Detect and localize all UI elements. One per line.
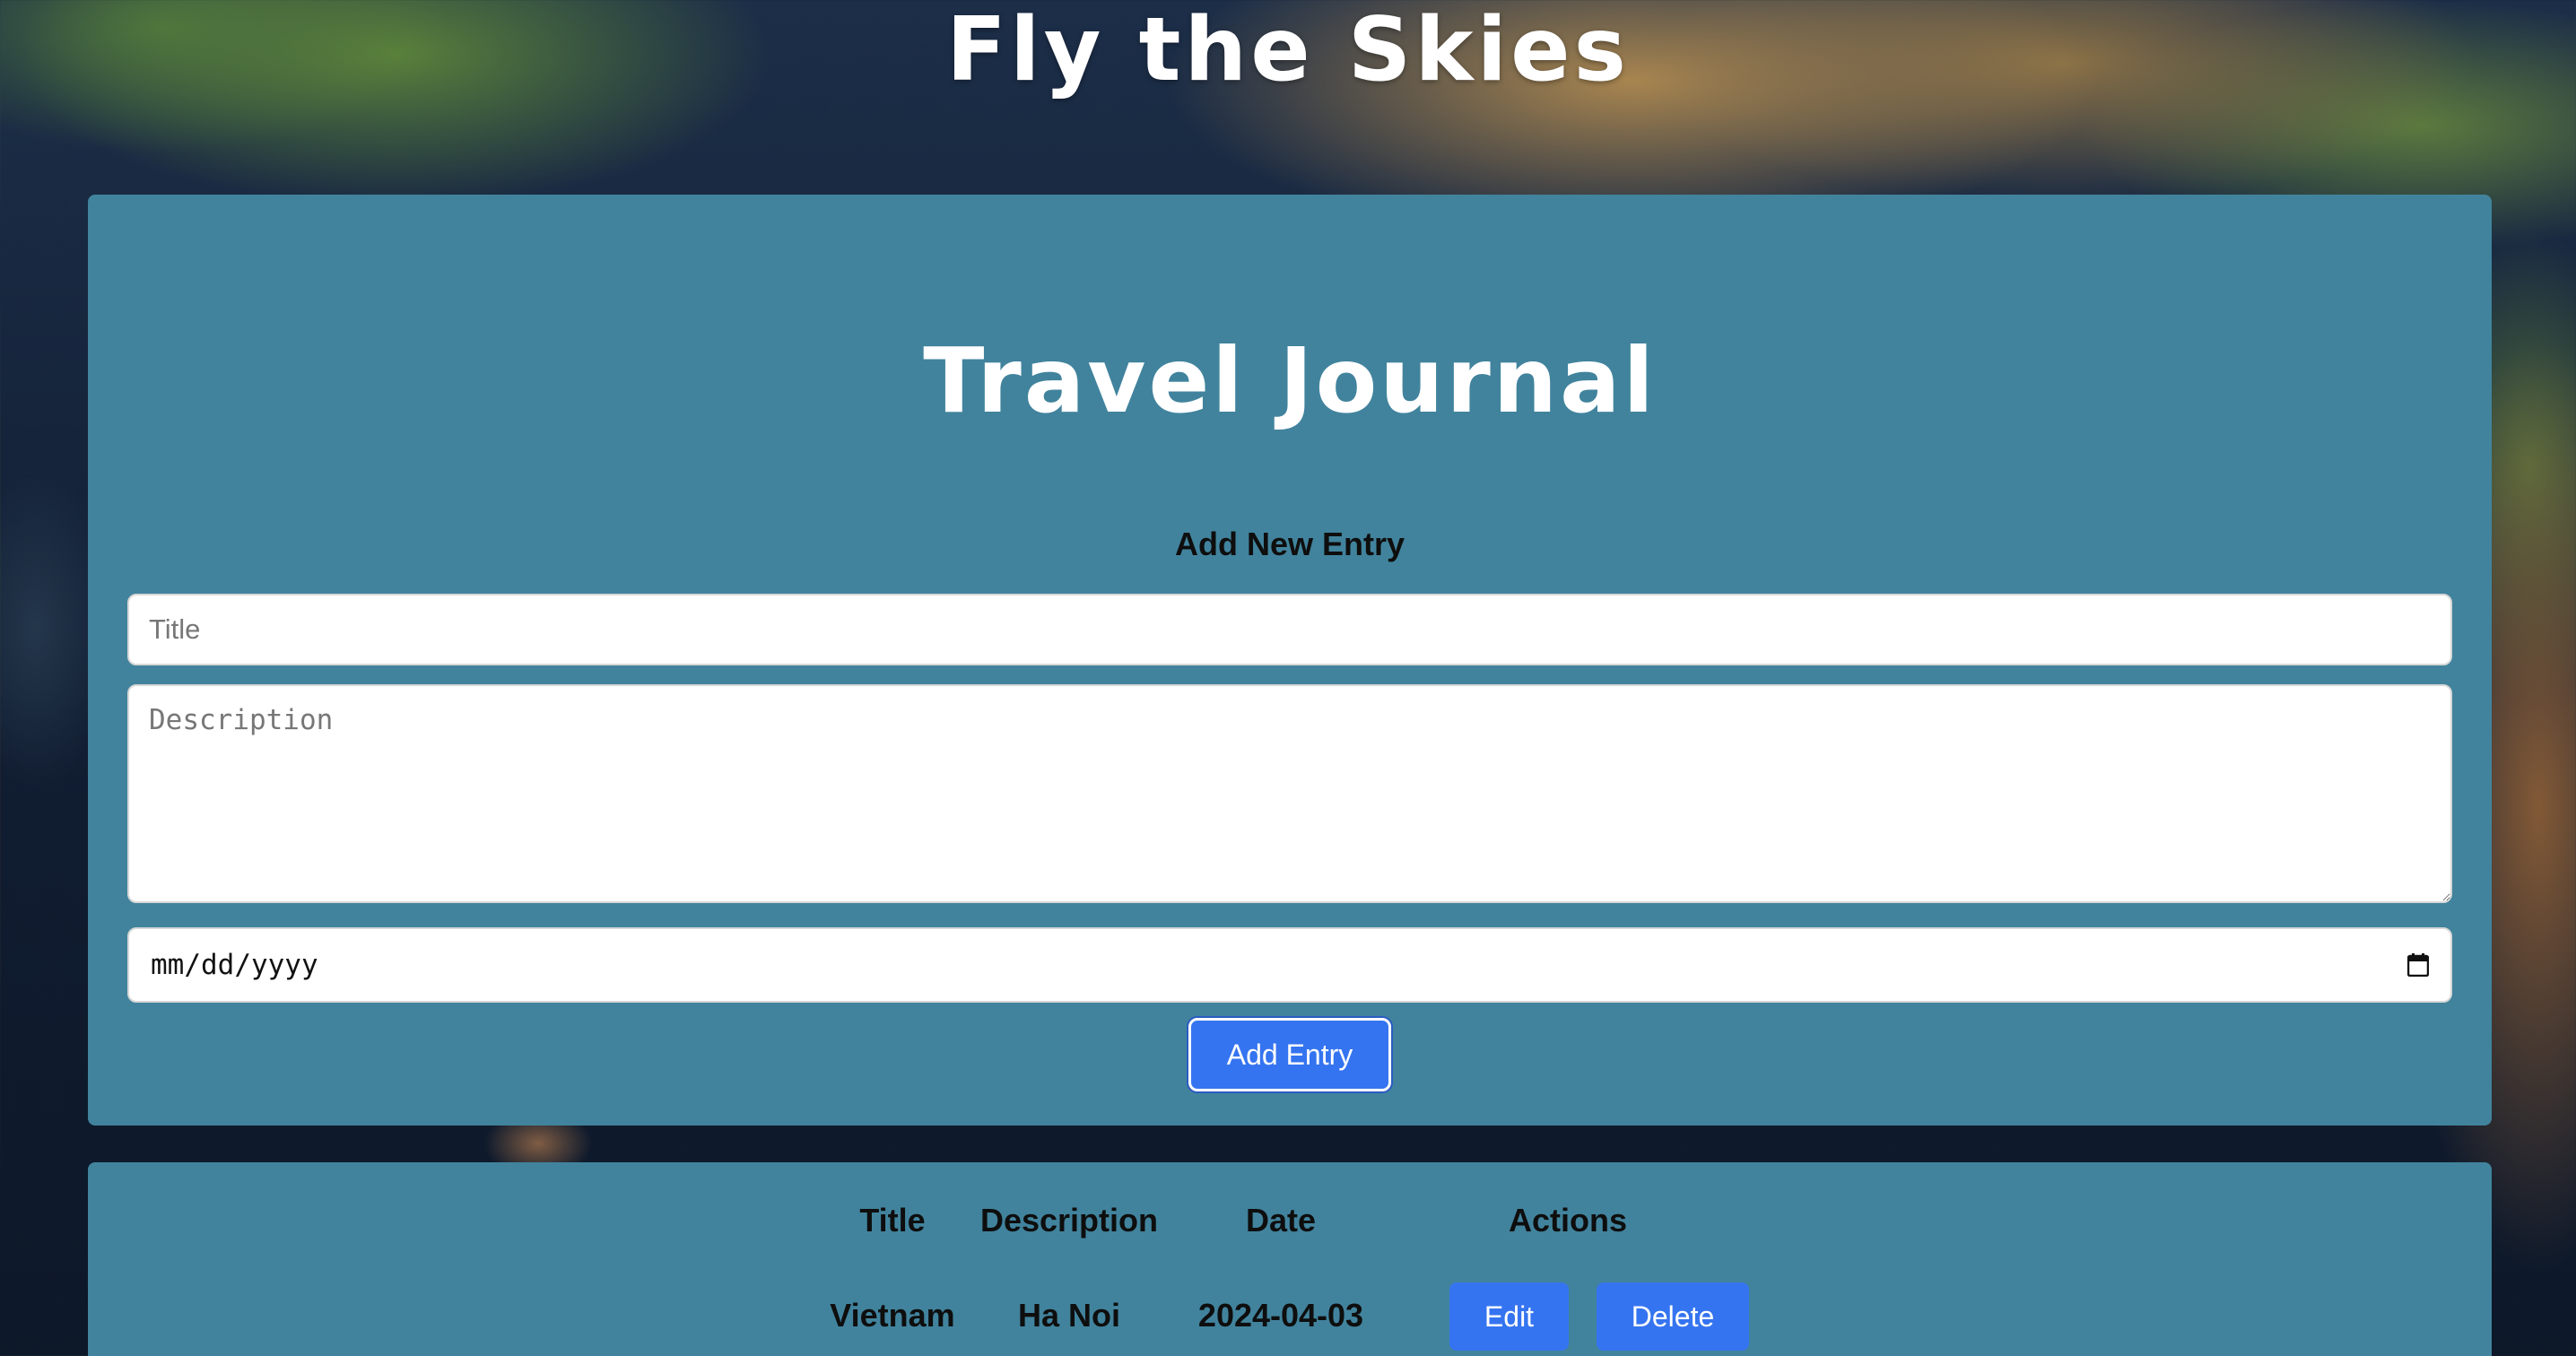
description-input[interactable] [127,684,2452,903]
header-actions: Actions [1508,1202,1628,1239]
journal-title: Travel Journal [923,328,1657,433]
date-placeholder: mm/dd/yyyy [151,949,318,981]
header-date: Date [1245,1202,1317,1239]
row-title: Vietnam [830,1297,955,1334]
entries-table: Title Description Date Actions Vietnam H… [88,1162,2492,1356]
add-entry-heading: Add New Entry [1174,526,1405,562]
site-title: Fly the Skies [946,0,1630,101]
row-date: 2024-04-03 [1197,1297,1364,1334]
header-description: Description [979,1202,1159,1239]
edit-button[interactable]: Edit [1449,1282,1569,1351]
title-input[interactable] [127,594,2452,665]
calendar-icon[interactable] [2407,953,2429,977]
entry-form-panel: Travel Journal Add New Entry mm/dd/yyyy … [88,195,2492,1126]
delete-button[interactable]: Delete [1597,1282,1749,1351]
row-description: Ha Noi [1017,1297,1121,1334]
add-entry-button[interactable]: Add Entry [1188,1018,1391,1091]
header-title: Title [859,1202,926,1239]
date-input[interactable]: mm/dd/yyyy [127,927,2452,1003]
